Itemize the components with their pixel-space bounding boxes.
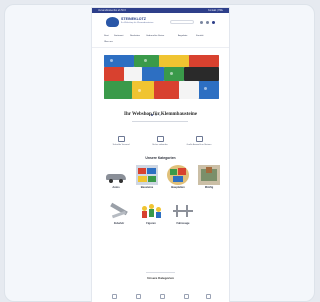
brand-tagline: Ihr Webshop für Klemmbausteine xyxy=(121,22,154,24)
category-image xyxy=(136,165,158,185)
wheel xyxy=(109,179,113,183)
hero-stud xyxy=(204,87,207,90)
vehicle-shape xyxy=(176,205,178,217)
category-autos[interactable]: Autos xyxy=(105,165,127,189)
brand-name[interactable]: STEINEKLOTZ xyxy=(121,17,146,21)
category-label: Zubehör xyxy=(113,222,125,225)
facebook-icon[interactable] xyxy=(112,294,117,299)
headline-divider xyxy=(132,121,188,122)
category-image xyxy=(198,165,220,185)
plate xyxy=(173,176,183,182)
category-figuren[interactable]: Figuren xyxy=(140,201,162,225)
category-label: Minifig xyxy=(204,186,214,189)
hero-carousel-dots[interactable] xyxy=(151,103,163,116)
categories-title: Unsere Kategorien xyxy=(145,156,176,160)
category-image xyxy=(108,201,130,221)
nav-item-neuheiten[interactable]: Neuheiten xyxy=(130,35,140,38)
category-zubehoer[interactable]: Zubehör xyxy=(108,201,130,225)
hero-stud xyxy=(144,59,147,62)
hero-brick xyxy=(104,55,134,67)
mobile-page-preview: Versandkostenfrei ab 50 € Kontakt | Hilf… xyxy=(92,8,229,302)
category-label: Figuren xyxy=(146,222,156,225)
brick xyxy=(148,176,156,182)
instagram-icon[interactable] xyxy=(136,294,141,299)
truck-icon xyxy=(117,136,125,142)
hero-brick xyxy=(189,55,219,67)
category-label: Bausteine xyxy=(140,186,154,189)
info-icon[interactable] xyxy=(206,294,211,299)
mail-icon[interactable] xyxy=(160,294,165,299)
footer-divider xyxy=(146,272,175,273)
phone-icon[interactable] xyxy=(184,294,189,299)
hero-brick xyxy=(199,81,219,99)
topbar-right-text[interactable]: Kontakt | Hilfe xyxy=(208,8,223,13)
hero-brick xyxy=(132,81,154,99)
category-image xyxy=(167,165,189,185)
hero-brick xyxy=(159,55,189,67)
category-label: Fahrzeuge xyxy=(176,222,190,225)
nav-item-ueber-uns[interactable]: Über uns xyxy=(104,41,113,44)
cart-icon[interactable] xyxy=(212,21,215,24)
usp-text: Sicher einkaufen xyxy=(152,144,168,146)
nav-divider xyxy=(92,47,229,48)
brick xyxy=(147,168,156,174)
wheel xyxy=(119,179,123,183)
category-image xyxy=(105,165,127,185)
figure-body xyxy=(149,209,154,217)
usp-selection: Große Auswahl an Steinen xyxy=(184,136,214,147)
hero-banner[interactable] xyxy=(104,55,219,99)
category-fahrzeuge[interactable]: Fahrzeuge xyxy=(172,201,194,225)
logo-icon[interactable] xyxy=(106,17,119,27)
footer-title: Unsere Kategorien xyxy=(147,276,174,280)
usp-text: Schneller Versand xyxy=(112,144,130,146)
category-label: Bauplatten xyxy=(171,186,185,189)
category-label: Autos xyxy=(112,186,120,189)
figure-body xyxy=(156,212,161,218)
nav-item-start[interactable]: Start xyxy=(104,35,109,38)
nav-item-kontakt[interactable]: Kontakt xyxy=(196,35,203,38)
category-image xyxy=(172,201,194,221)
usp-shipping: Schneller Versand xyxy=(106,136,136,147)
usp-secure: Sicher einkaufen xyxy=(145,136,175,147)
hero-brick xyxy=(142,67,164,81)
hero-brick xyxy=(124,67,142,81)
hero-brick xyxy=(104,81,132,99)
nav-item-sortiment[interactable]: Sortiment xyxy=(114,35,123,38)
brick xyxy=(138,168,146,174)
usp-text: Große Auswahl an Steinen xyxy=(186,144,212,146)
nav-item-angebote[interactable]: Angebote xyxy=(178,35,187,38)
nav-item-gebrauchte[interactable]: Gebrauchte Steine xyxy=(146,35,164,38)
category-bauplatten[interactable]: Bauplatten xyxy=(167,165,189,189)
search-input[interactable] xyxy=(170,20,194,24)
box-icon xyxy=(195,136,203,142)
header: STEINEKLOTZ Ihr Webshop für Klemmbaustei… xyxy=(92,14,229,30)
hero-stud xyxy=(170,72,173,75)
page-headline: Ihr Webshop für Klemmbausteine xyxy=(124,112,197,117)
plate xyxy=(178,168,186,175)
hero-stud xyxy=(110,59,113,62)
wishlist-icon[interactable] xyxy=(206,21,209,24)
vehicle-shape xyxy=(186,205,188,217)
hero-brick xyxy=(164,67,184,81)
topbar-left-text: Versandkostenfrei ab 50 € xyxy=(98,9,126,12)
plate xyxy=(170,169,177,175)
hero-brick xyxy=(104,67,124,81)
figure-body xyxy=(142,211,147,218)
hero-brick xyxy=(154,81,179,99)
main-navigation: Start Sortiment Neuheiten Gebrauchte Ste… xyxy=(104,33,220,47)
hero-stud xyxy=(138,89,141,92)
category-image xyxy=(140,201,162,221)
hero-brick xyxy=(184,67,219,81)
user-icon[interactable] xyxy=(200,21,203,24)
category-minifig[interactable]: Minifig xyxy=(198,165,220,189)
scene-shape xyxy=(206,167,212,173)
shield-icon xyxy=(156,136,164,142)
hero-brick xyxy=(179,81,199,99)
top-info-bar: Versandkostenfrei ab 50 € Kontakt | Hilf… xyxy=(92,8,229,13)
brick xyxy=(138,176,147,182)
category-bausteine[interactable]: Bausteine xyxy=(136,165,158,189)
